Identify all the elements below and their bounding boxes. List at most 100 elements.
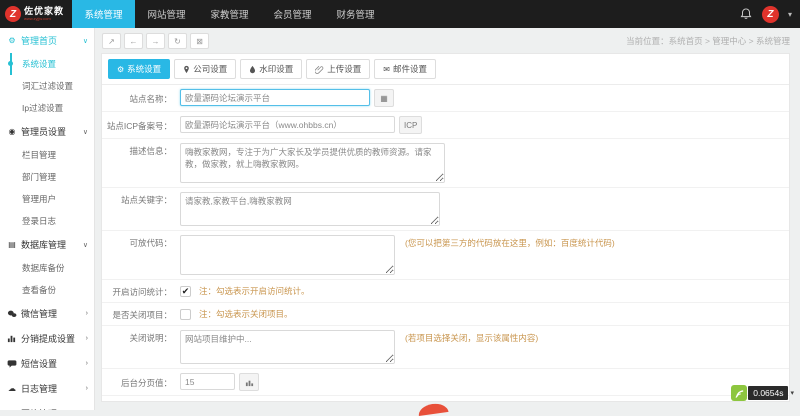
notification-bell-icon[interactable] [739,7,753,21]
settings-tabs: ⚙ 系统设置 公司设置 水印设置 上传设置 ✉ 邮件设置 [102,54,789,85]
grid-picker-button[interactable]: ▦ [374,89,394,107]
tab-label: 公司设置 [193,63,227,75]
sidebar-item-view-backup[interactable]: 查看备份 [20,279,94,301]
perf-chevron-icon[interactable]: ▾ [790,389,794,397]
nav-system[interactable]: 系统管理 [72,0,135,28]
sidebar-group-admin[interactable]: ◉ 管理员设置 ∨ [0,119,94,144]
sidebar-group-label: 管理员设置 [21,125,66,138]
stats-label: 开启访问统计： [102,284,180,298]
save-button[interactable]: ✔ 确定保存 [188,401,253,402]
code-label: 可放代码： [102,235,180,249]
sidebar-group-label: 日志管理 [21,382,57,395]
site-name-input[interactable] [180,89,370,106]
envelope-icon: ✉ [383,65,390,74]
bar-chart-icon [7,334,17,343]
code-hint: (您可以把第三方的代码放在这里，例如：百度统计代码) [405,235,615,249]
tab-watermark-settings[interactable]: 水印设置 [240,59,302,79]
fullscreen-icon-button[interactable]: ⊠ [190,33,209,49]
code-textarea[interactable] [180,235,395,275]
tab-mail-settings[interactable]: ✉ 邮件设置 [374,59,436,79]
description-label: 描述信息： [102,143,180,157]
breadcrumb: 当前位置：系统首页 > 管理中心 > 系统管理 [626,35,790,47]
perf-leaf-icon[interactable] [731,385,747,401]
sidebar: ⚙ 管理首页 ∨ 系统设置 词汇过滤设置 Ip过滤设置 ◉ 管理员设置 ∨ 栏目… [0,28,95,410]
tab-company-settings[interactable]: 公司设置 [174,59,236,79]
app-title: 佐优家教 [24,7,64,16]
close-desc-label: 关闭说明： [102,330,180,344]
app-subtitle: www.zyjjw.com [24,17,64,21]
sidebar-item-login-log[interactable]: 登录日志 [20,210,94,232]
sidebar-item-dept-mgmt[interactable]: 部门管理 [20,166,94,188]
water-drop-icon [249,65,256,74]
nav-finance[interactable]: 财务管理 [324,0,387,28]
tab-label: 上传设置 [327,63,361,75]
performance-widget: 0.0654s ▾ [731,385,794,401]
form-row-close-desc: 关闭说明： 网站项目维护中... (若项目选择关闭，显示该属性内容) [102,326,789,369]
admin-settings-icon: ◉ [7,127,17,136]
site-name-label: 站点名称： [102,91,180,105]
cloud-icon: ☁ [7,384,17,393]
form-row-keywords: 站点关键字： 请家教,家教平台,嗨教家教网 [102,188,789,231]
sidebar-sublist: 数据库备份 查看备份 [0,257,94,301]
brand-logo-icon: Z [5,6,21,22]
form-row-page-size: 后台分页值： [102,369,789,396]
page-size-bars-button[interactable] [239,373,259,391]
back-icon-button[interactable]: ← [124,33,143,49]
sidebar-group-commission[interactable]: 分销提成设置 › [0,326,94,351]
forward-icon-button[interactable]: → [146,33,165,49]
nav-tutor[interactable]: 家教管理 [198,0,261,28]
close-project-checkbox[interactable] [180,309,191,320]
user-avatar[interactable]: Z [762,6,779,23]
page-size-input[interactable] [180,373,235,390]
sidebar-group-database[interactable]: ▤ 数据库管理 ∨ [0,232,94,257]
sidebar-group-sms[interactable]: 短信设置 › [0,351,94,376]
user-menu-chevron-icon[interactable]: ▾ [788,10,792,19]
app-logo[interactable]: Z 佐优家教 www.zyjjw.com [0,0,72,28]
sidebar-item-column-mgmt[interactable]: 栏目管理 [20,144,94,166]
wechat-icon [7,310,17,318]
chevron-right-icon: › [86,335,88,342]
sidebar-sublist: 系统设置 词汇过滤设置 Ip过滤设置 [0,53,94,119]
sidebar-group-images[interactable]: 图片管理 › [0,401,94,410]
top-bar: Z 佐优家教 www.zyjjw.com 系统管理 网站管理 家教管理 会员管理… [0,0,800,28]
sidebar-item-admin-users[interactable]: 管理用户 [20,188,94,210]
form-row-close-project: 是否关闭项目： 注：勾选表示关闭项目。 [102,303,789,326]
main-nav: 系统管理 网站管理 家教管理 会员管理 财务管理 [72,0,387,28]
tab-system-settings[interactable]: ⚙ 系统设置 [108,59,170,79]
tab-label: 邮件设置 [393,63,427,75]
form-row-icp: 站点ICP备案号： ICP [102,112,789,139]
gear-icon: ⚙ [117,65,124,74]
sidebar-group-wechat[interactable]: 微信管理 › [0,301,94,326]
refresh-icon-button[interactable]: ↻ [168,33,187,49]
chevron-right-icon: › [86,310,88,317]
sidebar-item-word-filter[interactable]: 词汇过滤设置 [20,75,94,97]
sidebar-item-ip-filter[interactable]: Ip过滤设置 [20,97,94,119]
form-row-code: 可放代码： (您可以把第三方的代码放在这里，例如：百度统计代码) [102,231,789,280]
sidebar-sublist: 栏目管理 部门管理 管理用户 登录日志 [0,144,94,232]
sidebar-group-log[interactable]: ☁ 日志管理 › [0,376,94,401]
sidebar-item-db-backup[interactable]: 数据库备份 [20,257,94,279]
sidebar-item-system-settings[interactable]: 系统设置 [20,53,94,75]
chevron-down-icon: ∨ [83,128,88,136]
resize-icon-button[interactable]: ↗ [102,33,121,49]
icp-input[interactable] [180,116,395,133]
keywords-textarea[interactable]: 请家教,家教平台,嗨教家教网 [180,192,440,226]
nav-website[interactable]: 网站管理 [135,0,198,28]
chevron-right-icon: › [86,385,88,392]
nav-member[interactable]: 会员管理 [261,0,324,28]
tab-upload-settings[interactable]: 上传设置 [306,59,370,79]
form-row-site-name: 站点名称： ▦ [102,85,789,112]
icp-addon: ICP [399,116,422,134]
toolbar: ↗ ← → ↻ ⊠ 当前位置：系统首页 > 管理中心 > 系统管理 [96,28,800,53]
keywords-label: 站点关键字： [102,192,180,206]
form-row-save: ✔ 确定保存 [102,396,789,402]
load-time-badge: 0.0654s [748,386,788,400]
sms-bubble-icon [7,360,17,368]
description-textarea[interactable]: 嗨教家教网，专注于为广大家长及学员提供优质的教师资源。请家教，做家教，就上嗨教家… [180,143,445,183]
stats-checkbox[interactable] [180,286,191,297]
chevron-right-icon: › [86,360,88,367]
settings-panel: ⚙ 系统设置 公司设置 水印设置 上传设置 ✉ 邮件设置 站点名称： [101,53,790,402]
close-desc-textarea[interactable]: 网站项目维护中... [180,330,395,364]
chevron-down-icon: ∨ [83,37,88,45]
sidebar-group-dashboard[interactable]: ⚙ 管理首页 ∨ [0,28,94,53]
